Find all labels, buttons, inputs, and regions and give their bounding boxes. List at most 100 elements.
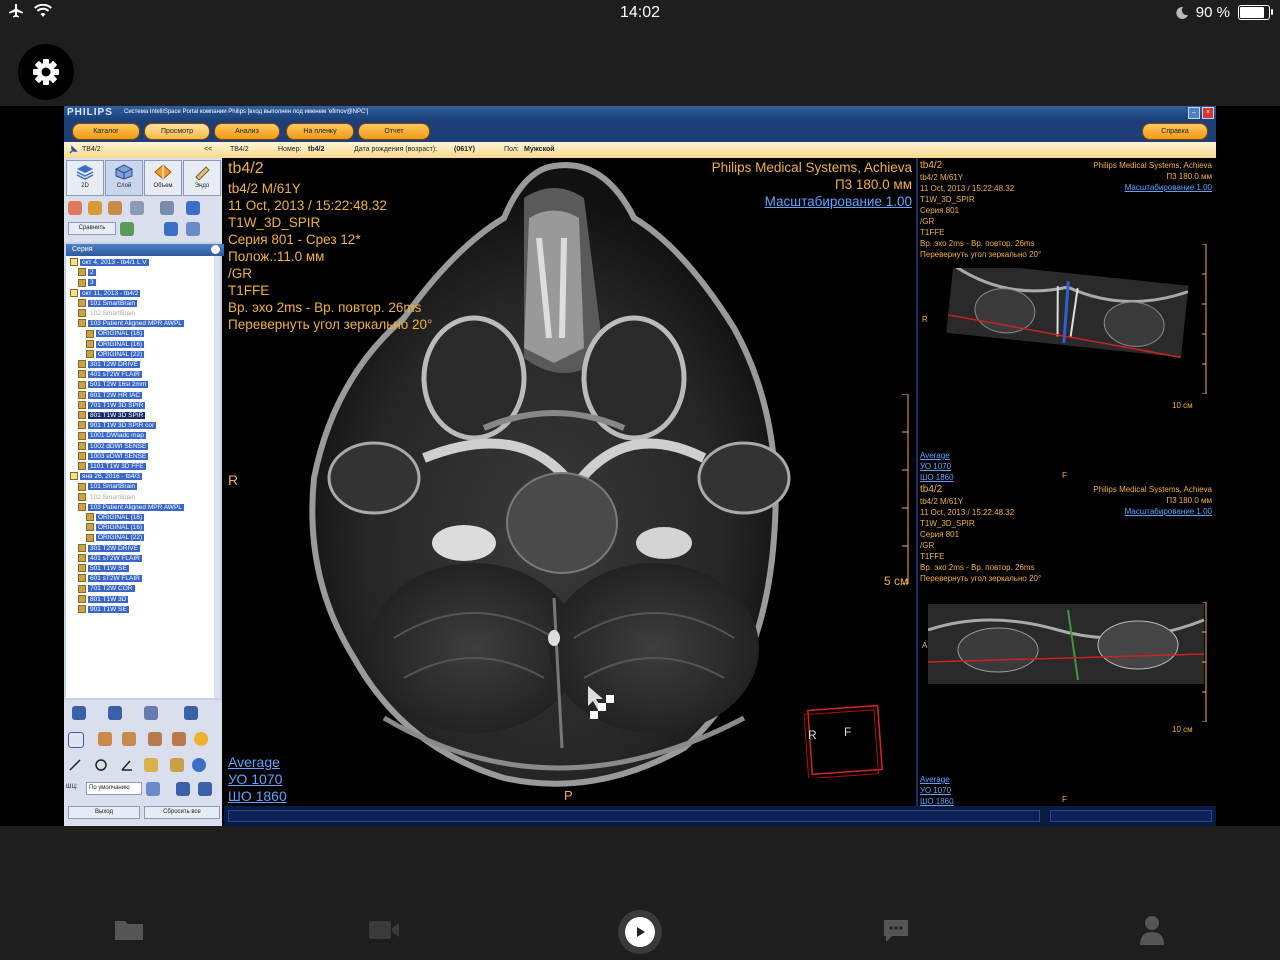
series-row[interactable]: 101 SmartBrain: [78, 482, 138, 491]
tool-icon-4[interactable]: [130, 201, 144, 215]
series-row[interactable]: 301 T2W DRIVE: [78, 360, 140, 369]
tool-icon-5[interactable]: [160, 201, 174, 215]
tool-icon-7[interactable]: [186, 222, 200, 236]
series-row[interactable]: ORIGINAL (22): [86, 350, 145, 359]
camera-icon[interactable]: [108, 706, 122, 720]
study-row[interactable]: окт 11, 2013 - tb4/2: [70, 288, 141, 298]
series-row[interactable]: 301 T2W DRIVE: [78, 543, 140, 553]
preset-icon-3[interactable]: [198, 782, 212, 796]
tool-icon-6[interactable]: [164, 222, 178, 236]
book-icon[interactable]: [184, 706, 198, 720]
menu-view[interactable]: Просмотр: [144, 123, 210, 140]
cor-wl-center[interactable]: УО 1070: [920, 461, 951, 472]
sag-zoom-link[interactable]: Масштабирование 1.00: [1125, 506, 1212, 517]
pan-hand-icon[interactable]: [98, 732, 112, 746]
cor-wl-average[interactable]: Average: [920, 450, 950, 461]
collapse-panel-button[interactable]: <<: [204, 146, 212, 153]
main-wl-width[interactable]: ШО 1860: [228, 788, 287, 804]
copy-icon[interactable]: [144, 706, 158, 720]
series-row[interactable]: 2: [78, 268, 96, 277]
menu-help[interactable]: Справка: [1142, 123, 1208, 140]
series-row[interactable]: 102 SmartBrain: [78, 492, 137, 502]
main-scrollbar[interactable]: [228, 810, 1040, 822]
roi-fill-icon[interactable]: [192, 758, 206, 772]
circle-roi-icon[interactable]: [94, 758, 108, 772]
series-panel-close-icon[interactable]: [211, 245, 220, 254]
series-row[interactable]: ORIGINAL (16): [86, 523, 145, 532]
series-row[interactable]: ORIGINAL (16): [86, 329, 145, 338]
tool-icon-3[interactable]: [108, 201, 122, 215]
patient-tab[interactable]: TB4/2: [82, 146, 101, 153]
series-row[interactable]: 801 T1W 3D SPIR: [78, 411, 146, 420]
study-row[interactable]: янв 26, 2016 - tb4/3: [70, 472, 142, 481]
preset-icon-2[interactable]: [176, 782, 190, 796]
menu-report[interactable]: Отчет: [358, 123, 430, 140]
close-button[interactable]: ×: [1202, 107, 1214, 119]
series-row[interactable]: 1001 DWIadc map: [78, 431, 146, 440]
zoom-hand-icon[interactable]: [122, 732, 136, 746]
pin-icon[interactable]: [68, 145, 78, 155]
compare-button[interactable]: Сравнить: [68, 222, 116, 235]
minimize-button[interactable]: –: [1188, 107, 1200, 119]
menu-catalog[interactable]: Каталог: [72, 123, 140, 140]
reset-all-button[interactable]: Сбросить все: [144, 806, 220, 819]
series-row[interactable]: 102 SmartBrain: [78, 309, 137, 318]
window-level-icon[interactable]: [148, 732, 162, 746]
chat-icon[interactable]: [882, 918, 910, 944]
series-row[interactable]: 501 T2W 16sl 2mm: [78, 380, 149, 389]
series-row[interactable]: ORIGINAL (16): [86, 513, 145, 522]
series-row[interactable]: 601 sT2W FLAIR: [78, 574, 142, 583]
video-icon[interactable]: [368, 918, 400, 942]
ellipse-roi-icon[interactable]: [194, 732, 208, 746]
series-row[interactable]: 103 Patient Aligned MPR AWPL: [78, 503, 184, 512]
series-row[interactable]: 101 SmartBrain: [78, 299, 138, 308]
study-row[interactable]: окт 4, 2013 - tb4/1 L V: [70, 258, 149, 267]
wl-preset-select[interactable]: По умолчанию: [86, 782, 142, 795]
text-annotation-icon[interactable]: [170, 758, 184, 772]
layout-grid-icon[interactable]: [186, 201, 200, 215]
scroll-icon[interactable]: [172, 732, 186, 746]
cor-zoom-link[interactable]: Масштабирование 1.00: [1125, 182, 1212, 193]
series-row[interactable]: 801 T1W 3D: [78, 594, 129, 604]
folder-icon[interactable]: [114, 918, 144, 942]
link-icon[interactable]: [120, 222, 134, 236]
series-row[interactable]: 501 T1W SE: [78, 564, 129, 573]
side-scrollbar[interactable]: [1050, 810, 1212, 822]
menu-analysis[interactable]: Анализ: [214, 123, 280, 140]
angle-icon[interactable]: [120, 758, 134, 772]
settings-button[interactable]: [18, 44, 74, 100]
ruler-icon[interactable]: [144, 758, 158, 772]
mode-slice-button[interactable]: Слой: [105, 160, 143, 196]
series-row[interactable]: 103 Patient Aligned MPR AWPL: [78, 319, 184, 328]
line-measure-icon[interactable]: [68, 758, 82, 772]
series-row[interactable]: 1002 dDWI SENSE: [78, 441, 149, 451]
mode-volume-button[interactable]: Объем: [144, 160, 182, 196]
series-row[interactable]: 701 T2W COR: [78, 584, 135, 593]
series-row[interactable]: 3: [78, 278, 96, 287]
mode-endo-button[interactable]: Эндо: [183, 160, 221, 196]
series-row[interactable]: 1101 T1W 3D FFE: [78, 462, 146, 471]
main-wl-center[interactable]: УО 1070: [228, 771, 282, 787]
series-row[interactable]: 1003 eDWI SENSE: [78, 452, 149, 461]
series-row[interactable]: 401 sT2W FLAIR: [78, 370, 142, 379]
select-arrow-icon[interactable]: [68, 732, 84, 748]
series-row[interactable]: 401 sT2W FLAIR: [78, 554, 142, 563]
sagittal-viewport[interactable]: tb4/2 tb4/2 M/61Y 11 Oct, 2013 / 15:22:48…: [918, 482, 1216, 806]
series-row[interactable]: 901 T1W SE: [78, 605, 129, 614]
tool-icon-2[interactable]: [88, 201, 102, 215]
series-row[interactable]: ORIGINAL (22): [86, 533, 145, 542]
series-tree-scrollbar[interactable]: [214, 256, 220, 698]
main-wl-average[interactable]: Average: [228, 754, 280, 770]
main-viewport[interactable]: tb4/2 tb4/2 M/61Y 11 Oct, 2013 / 15:22:48…: [224, 158, 916, 806]
series-row[interactable]: 701 T1W 3D SPIR: [78, 401, 146, 410]
series-row[interactable]: 601 T2W HR IAC: [78, 390, 143, 400]
coronal-viewport[interactable]: tb4/2 tb4/2 M/61Y 11 Oct, 2013 / 15:22:48…: [918, 158, 1216, 482]
mode-2d-button[interactable]: 2D: [66, 160, 104, 196]
person-icon[interactable]: [1138, 914, 1166, 946]
sag-wl-center[interactable]: УО 1070: [920, 785, 951, 796]
series-row[interactable]: 901 T1W 3D SPIR cor: [78, 421, 157, 430]
exit-button[interactable]: Выход: [68, 806, 140, 819]
tool-icon-1[interactable]: [68, 201, 82, 215]
preset-icon-1[interactable]: [146, 782, 160, 796]
series-row[interactable]: ORIGINAL (16): [86, 339, 145, 349]
